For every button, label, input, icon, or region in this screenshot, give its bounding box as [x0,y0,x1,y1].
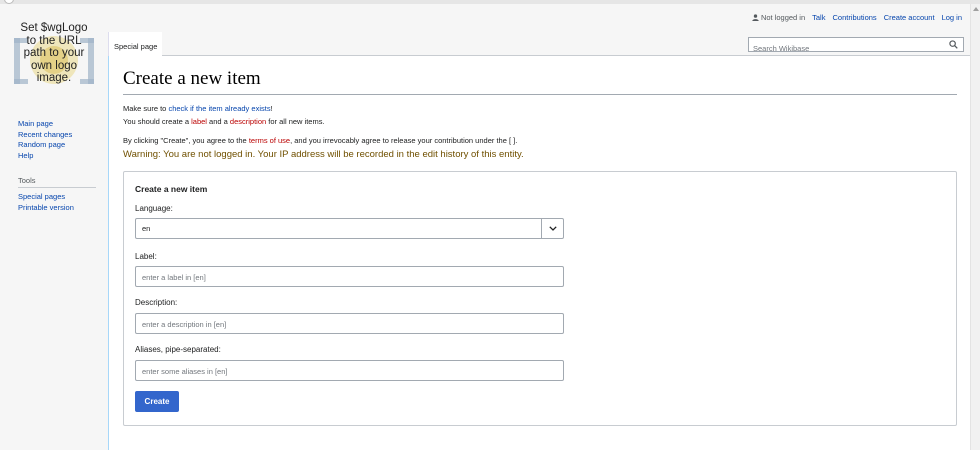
aliases-field [135,360,564,381]
log-in-link[interactable]: Log in [942,13,962,22]
label-field [135,266,564,287]
sidebar-item-random-page[interactable]: Random page [18,140,98,151]
label-field-label: Label: [135,252,157,261]
check-item-exists-link[interactable]: check if the item already exists [168,104,270,113]
sidebar-item-printable-version[interactable]: Printable version [18,203,74,214]
contributions-link[interactable]: Contributions [832,13,876,22]
aliases-field-label: Aliases, pipe-separated: [135,345,221,354]
form-title: Create a new item [135,184,208,194]
intro-label-description: You should create a label and a descript… [123,117,325,126]
terms-of-use-link[interactable]: terms of use [249,136,290,145]
label-link[interactable]: label [191,117,207,126]
intro-check-existing: Make sure to check if the item already e… [123,104,273,113]
logo-line: path to your [23,47,85,59]
search-input[interactable] [749,42,939,55]
description-field [135,313,564,334]
logo-line: image. [36,72,72,84]
sidebar-tools: Special pages Printable version [18,192,74,213]
site-logo[interactable]: Set $wgLogo to the URL path to your own … [0,22,108,94]
terms-text: , and you irrevocably agree to release y… [290,136,518,145]
anon-warning: Warning: You are not logged in. Your IP … [123,149,524,160]
sidebar-item-main-page[interactable]: Main page [18,119,98,130]
personal-tools: Not logged in Talk Contributions Create acc… [752,13,962,22]
search-icon[interactable] [949,40,958,49]
user-icon [752,14,759,21]
create-item-form: Create a new item Language: en Label: De… [123,171,957,426]
content-area: Create a new item Make sure to check if … [108,56,970,450]
logo-line: own logo [30,59,78,72]
not-logged-in-text: Not logged in [760,13,806,22]
language-select[interactable]: en [135,218,564,239]
talk-link[interactable]: Talk [812,13,825,22]
window-control-icon [4,0,14,4]
tools-divider [18,187,96,188]
tab-special-page[interactable]: Special page [108,32,162,56]
tab-label: Special page [114,42,158,51]
description-field-label: Description: [135,298,178,307]
intro-text: for all new items. [266,117,325,126]
logo-text: Set $wgLogo to the URL path to your own … [0,22,108,85]
vertical-scrollbar[interactable] [970,4,980,450]
sidebar-item-special-pages[interactable]: Special pages [18,192,74,203]
description-input[interactable] [136,315,563,334]
description-link[interactable]: description [230,117,266,126]
sidebar-item-help[interactable]: Help [18,151,98,162]
intro-text: You should create a [123,117,192,126]
aliases-input[interactable] [136,362,563,381]
tools-heading: Tools [18,176,36,185]
terms-notice: By clicking "Create", you agree to the t… [123,136,517,145]
terms-text: By clicking "Create", you agree to the [123,136,249,145]
intro-text: ! [270,104,273,113]
language-dropdown-handle[interactable] [541,219,563,238]
intro-text: Make sure to [123,104,169,113]
language-label: Language: [135,204,173,213]
chevron-down-icon [549,226,557,231]
create-button[interactable]: Create [135,391,179,412]
scroll-up-icon[interactable] [973,7,979,11]
sidebar-item-recent-changes[interactable]: Recent changes [18,130,98,141]
logo-line: Set $wgLogo [20,22,88,34]
create-account-link[interactable]: Create account [884,13,935,22]
label-input[interactable] [136,268,563,287]
sidebar-navigation: Main page Recent changes Random page Hel… [18,119,98,161]
search-box [748,37,964,55]
logo-line: to the URL [26,34,82,47]
language-value: en [142,224,151,233]
intro-text: and a [206,117,230,126]
browser-top-strip [0,0,980,4]
page-title: Create a new item [123,68,957,95]
